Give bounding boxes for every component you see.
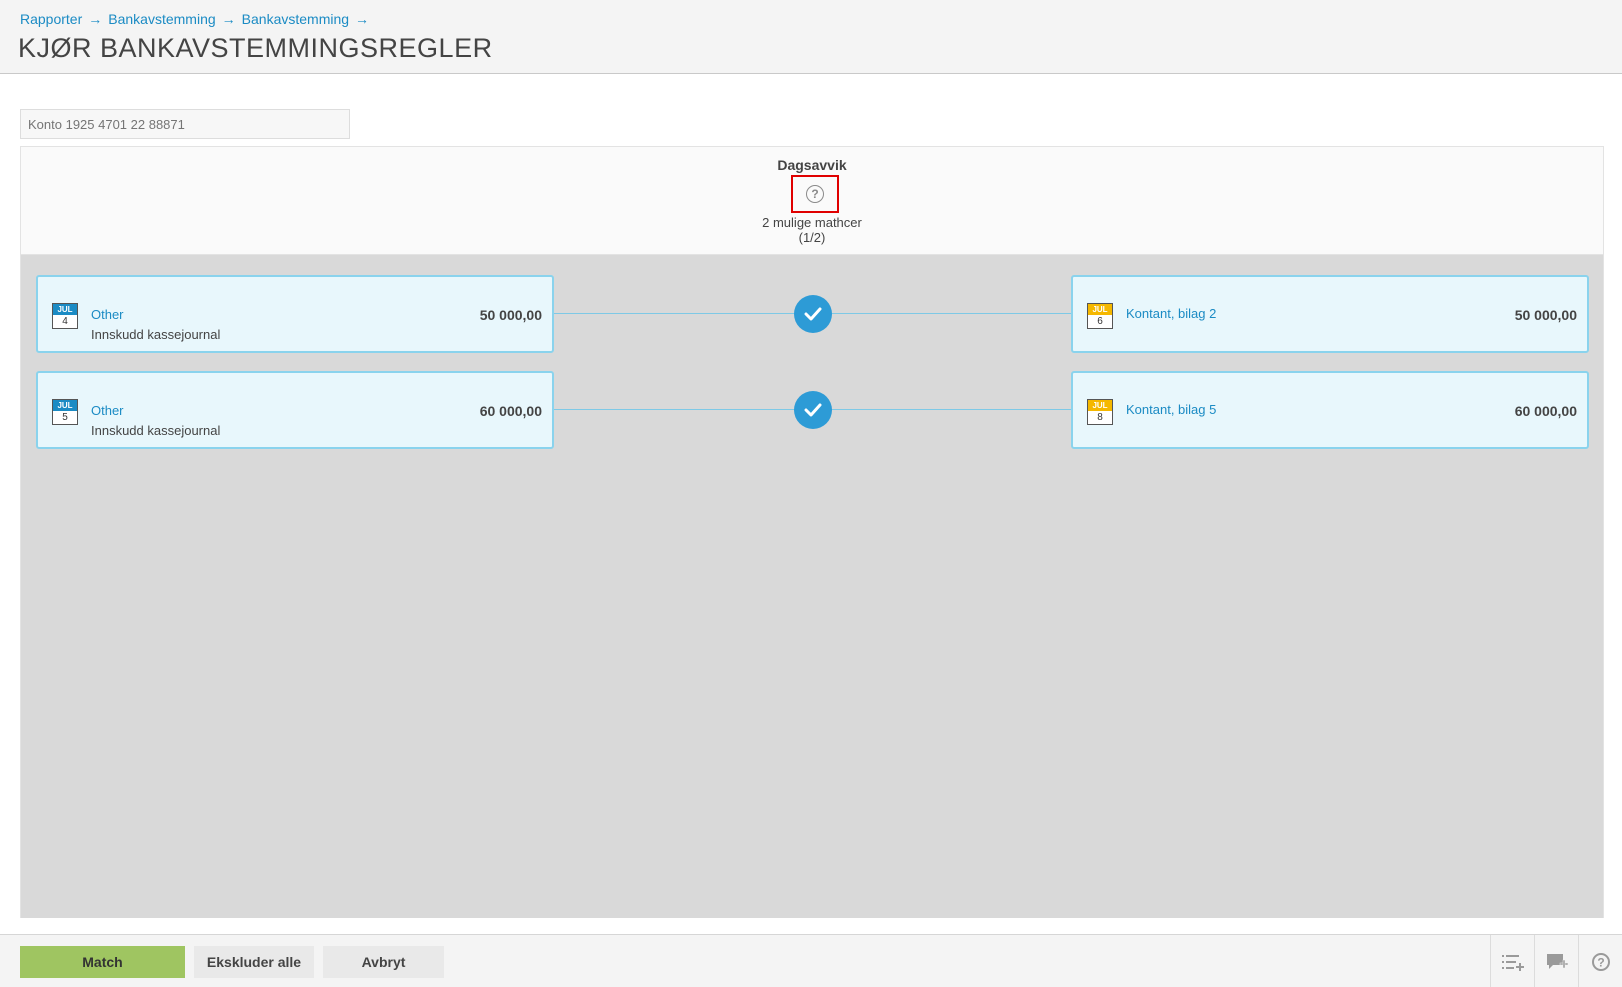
calendar-month: JUL xyxy=(53,304,77,315)
question-circle-icon: ? xyxy=(806,185,824,203)
transaction-description: Innskudd kassejournal xyxy=(91,423,221,438)
transaction-amount: 60 000,00 xyxy=(479,403,542,419)
help-icon[interactable]: ? xyxy=(1578,935,1622,987)
breadcrumb: Rapporter → Bankavstemming → Bankavstemm… xyxy=(20,11,369,27)
bank-transaction-card[interactable]: JUL 5 Other Innskudd kassejournal 60 000… xyxy=(36,371,554,449)
breadcrumb-item-bankavstemming[interactable]: Bankavstemming xyxy=(108,11,215,27)
transaction-title[interactable]: Other xyxy=(91,307,124,322)
entry-amount: 50 000,00 xyxy=(1514,307,1577,323)
reconciliation-panel: Dagsavvik ? 2 mulige mathcer (1/2) JUL 4… xyxy=(20,146,1604,918)
entry-title[interactable]: Kontant, bilag 5 xyxy=(1126,402,1216,417)
match-row: JUL 4 Other Innskudd kassejournal 50 000… xyxy=(36,275,1589,353)
checkmark-icon xyxy=(804,403,822,417)
page-title: KJØR BANKAVSTEMMINGSREGLER xyxy=(18,33,493,63)
cancel-button[interactable]: Avbryt xyxy=(323,946,444,978)
calendar-icon: JUL 4 xyxy=(52,303,78,329)
breadcrumb-separator: → xyxy=(221,11,236,27)
rule-header: Dagsavvik ? 2 mulige mathcer (1/2) xyxy=(21,147,1603,255)
match-button[interactable]: Match xyxy=(20,946,185,978)
calendar-day: 8 xyxy=(1097,412,1103,423)
entry-amount: 60 000,00 xyxy=(1514,403,1577,419)
calendar-month: JUL xyxy=(1088,400,1112,411)
calendar-month: JUL xyxy=(53,400,77,411)
breadcrumb-separator: → xyxy=(88,11,103,27)
match-count: 2 mulige mathcer xyxy=(762,215,862,230)
breadcrumb-item-bankavstemming-2[interactable]: Bankavstemming xyxy=(242,11,349,27)
transaction-description: Innskudd kassejournal xyxy=(91,327,221,342)
rule-title: Dagsavvik xyxy=(777,157,847,173)
calendar-icon: JUL 5 xyxy=(52,399,78,425)
match-toggle-button[interactable] xyxy=(794,391,832,429)
footer-tools: ? xyxy=(1490,935,1622,987)
exclude-all-button[interactable]: Ekskluder alle xyxy=(194,946,314,978)
action-bar: Match Ekskluder alle Avbryt ? xyxy=(0,934,1622,987)
rule-help-button[interactable]: ? xyxy=(791,175,839,213)
comment-add-icon[interactable] xyxy=(1534,935,1578,987)
breadcrumb-item-rapporter[interactable]: Rapporter xyxy=(20,11,82,27)
account-select[interactable] xyxy=(20,109,350,139)
calendar-month: JUL xyxy=(1088,304,1112,315)
svg-text:?: ? xyxy=(1597,955,1604,969)
ledger-entry-card[interactable]: JUL 8 Kontant, bilag 5 60 000,00 xyxy=(1071,371,1589,449)
calendar-icon: JUL 8 xyxy=(1087,399,1113,425)
calendar-day: 6 xyxy=(1097,316,1103,327)
calendar-day: 4 xyxy=(62,316,68,327)
page-header: Rapporter → Bankavstemming → Bankavstemm… xyxy=(0,0,1622,74)
calendar-day: 5 xyxy=(62,412,68,423)
bank-transaction-card[interactable]: JUL 4 Other Innskudd kassejournal 50 000… xyxy=(36,275,554,353)
breadcrumb-separator: → xyxy=(355,11,370,27)
list-add-icon[interactable] xyxy=(1490,935,1534,987)
ledger-entry-card[interactable]: JUL 6 Kontant, bilag 2 50 000,00 xyxy=(1071,275,1589,353)
calendar-icon: JUL 6 xyxy=(1087,303,1113,329)
match-row: JUL 5 Other Innskudd kassejournal 60 000… xyxy=(36,371,1589,449)
transaction-amount: 50 000,00 xyxy=(479,307,542,323)
match-list: JUL 4 Other Innskudd kassejournal 50 000… xyxy=(21,255,1603,918)
entry-title[interactable]: Kontant, bilag 2 xyxy=(1126,306,1216,321)
match-toggle-button[interactable] xyxy=(794,295,832,333)
checkmark-icon xyxy=(804,307,822,321)
transaction-title[interactable]: Other xyxy=(91,403,124,418)
match-index: (1/2) xyxy=(798,230,826,245)
